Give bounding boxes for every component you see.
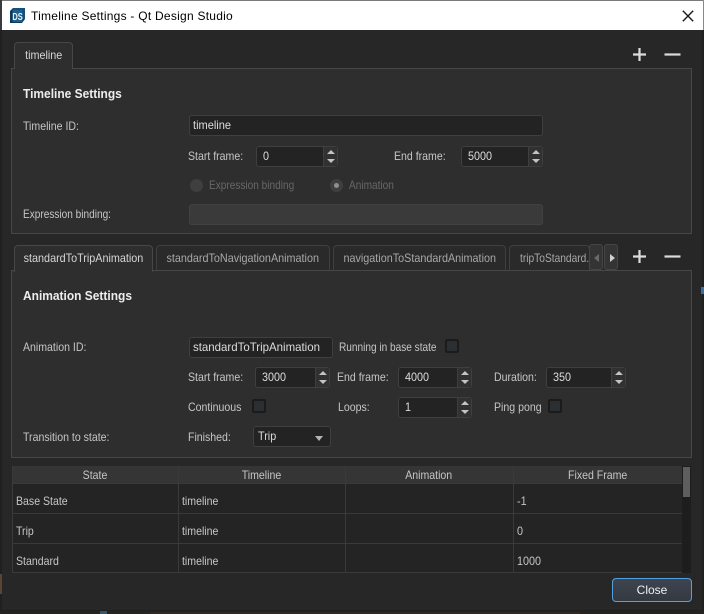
svg-text:DS: DS — [12, 11, 22, 23]
